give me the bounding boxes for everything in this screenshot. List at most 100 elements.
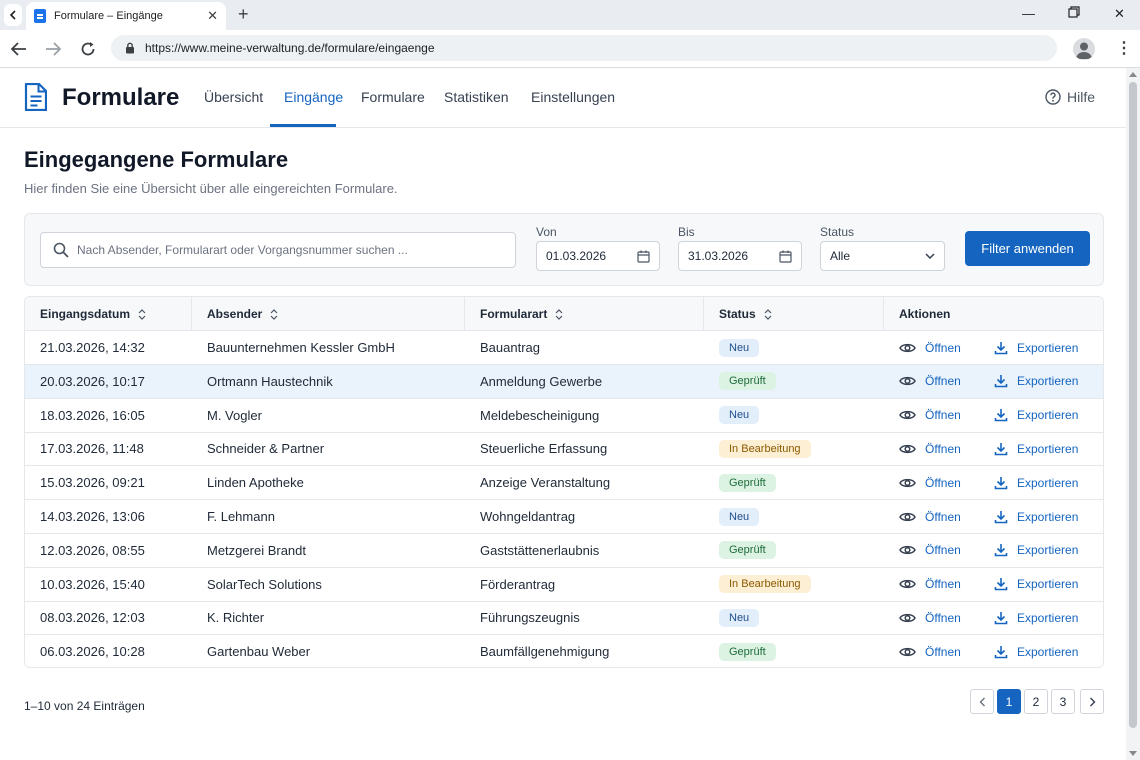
from-date-value: 01.03.2026	[546, 249, 607, 263]
export-button[interactable]: Exportieren	[994, 543, 1078, 557]
page-button-1[interactable]: 1	[997, 689, 1021, 714]
export-button[interactable]: Exportieren	[994, 577, 1078, 591]
calendar-icon[interactable]	[779, 250, 792, 263]
cell-export-action: Exportieren	[994, 432, 1078, 465]
column-header-status-label: Status	[719, 307, 756, 321]
scrollbar-thumb[interactable]	[1129, 82, 1137, 728]
open-button[interactable]: Öffnen	[899, 510, 961, 524]
tab-search-button[interactable]	[4, 4, 22, 26]
column-header-date[interactable]: Eingangsdatum	[40, 297, 146, 331]
export-label: Exportieren	[1017, 374, 1079, 389]
export-button[interactable]: Exportieren	[994, 442, 1078, 456]
sort-icon[interactable]	[555, 308, 563, 320]
column-header-status[interactable]: Status	[719, 297, 772, 331]
export-label: Exportieren	[1017, 475, 1079, 490]
status-badge: Geprüft	[719, 372, 776, 391]
export-button[interactable]: Exportieren	[994, 408, 1078, 422]
open-button[interactable]: Öffnen	[899, 341, 961, 355]
export-button[interactable]: Exportieren	[994, 510, 1078, 524]
cell-formtype: Meldebescheinigung	[480, 407, 600, 423]
status-select[interactable]: Alle	[820, 241, 945, 271]
prev-page-button[interactable]	[970, 689, 994, 714]
export-button[interactable]: Exportieren	[994, 374, 1078, 388]
cell-status: Geprüft	[719, 534, 776, 567]
cell-export-action: Exportieren	[994, 635, 1078, 667]
minimize-icon[interactable]: —	[1022, 6, 1035, 21]
sort-icon[interactable]	[138, 308, 146, 320]
open-button[interactable]: Öffnen	[899, 476, 961, 490]
eye-icon	[899, 613, 916, 623]
new-tab-icon[interactable]: +	[238, 4, 249, 24]
open-button[interactable]: Öffnen	[899, 543, 961, 557]
scroll-up-icon[interactable]	[1129, 72, 1137, 77]
search-field[interactable]	[40, 232, 516, 268]
table-row[interactable]: 10.03.2026, 15:40 SolarTech Solutions Förd…	[25, 568, 1103, 602]
cell-date: 12.03.2026, 08:55	[40, 542, 145, 558]
profile-icon[interactable]	[1073, 38, 1095, 60]
export-label: Exportieren	[1017, 577, 1079, 592]
table-row[interactable]: 15.03.2026, 09:21 Linden Apotheke Anzeige …	[25, 466, 1103, 501]
page-button-2[interactable]: 2	[1024, 689, 1048, 714]
to-date-field[interactable]: 31.03.2026	[678, 241, 802, 271]
nav-einstellungen[interactable]: Einstellungen	[531, 89, 615, 105]
download-icon	[994, 645, 1008, 658]
restore-icon[interactable]	[1068, 6, 1080, 21]
search-input[interactable]	[77, 243, 497, 257]
status-badge: In Bearbeitung	[719, 575, 811, 594]
back-icon[interactable]	[9, 39, 29, 59]
cell-status: Geprüft	[719, 365, 776, 398]
open-button[interactable]: Öffnen	[899, 374, 961, 388]
nav-formulare[interactable]: Formulare	[361, 89, 425, 105]
scroll-down-icon[interactable]	[1129, 751, 1137, 756]
column-header-formtype[interactable]: Formularart	[480, 297, 563, 331]
table-row[interactable]: 17.03.2026, 11:48 Schneider & Partner Steu…	[25, 432, 1103, 467]
status-filter-label: Status	[820, 225, 855, 239]
status-badge: Neu	[719, 608, 760, 627]
export-label: Exportieren	[1017, 644, 1079, 659]
table-row[interactable]: 06.03.2026, 10:28 Gartenbau Weber Baumfäll…	[25, 635, 1103, 667]
open-button[interactable]: Öffnen	[899, 408, 961, 422]
cell-formtype: Anmeldung Gewerbe	[480, 373, 603, 389]
export-button[interactable]: Exportieren	[994, 611, 1078, 625]
close-tab-icon[interactable]: ✕	[207, 8, 218, 24]
table-row[interactable]: 21.03.2026, 14:32 Bauunternehmen Kessler …	[25, 331, 1103, 365]
table-row[interactable]: 12.03.2026, 08:55 Metzgerei Brandt Gaststä…	[25, 534, 1103, 568]
help-label: Hilfe	[1067, 89, 1096, 105]
cell-export-action: Exportieren	[994, 601, 1078, 634]
table-row[interactable]: 20.03.2026, 10:17 Ortmann Haustechnik Anme…	[25, 364, 1103, 399]
open-button[interactable]: Öffnen	[899, 577, 961, 591]
browser-tabbar: Formulare – Eingänge ✕ + — ✕	[0, 0, 1140, 30]
close-window-icon[interactable]: ✕	[1114, 6, 1125, 22]
column-header-date-label: Eingangsdatum	[40, 307, 131, 321]
column-header-formtype-label: Formularart	[480, 307, 548, 321]
next-page-button[interactable]	[1080, 689, 1104, 714]
column-header-sender[interactable]: Absender	[207, 297, 278, 331]
table-row[interactable]: 14.03.2026, 13:06 F. Lehmann Wohngeldantra…	[25, 500, 1103, 534]
export-button[interactable]: Exportieren	[994, 341, 1078, 355]
nav-eingaenge[interactable]: Eingänge	[284, 89, 343, 105]
app-brand[interactable]: Formulare	[62, 84, 179, 112]
status-badge: Neu	[719, 406, 760, 425]
browser-menu-icon[interactable]: ⋮	[1116, 39, 1132, 59]
calendar-icon[interactable]	[637, 250, 650, 263]
from-date-field[interactable]: 01.03.2026	[536, 241, 660, 271]
forward-icon[interactable]	[43, 39, 63, 59]
sort-icon[interactable]	[764, 308, 772, 320]
help-link[interactable]: Hilfe	[1045, 89, 1095, 105]
open-button[interactable]: Öffnen	[899, 645, 961, 659]
sort-icon[interactable]	[270, 308, 278, 320]
open-button[interactable]: Öffnen	[899, 611, 961, 625]
apply-filter-button[interactable]: Filter anwenden	[965, 231, 1090, 266]
nav-statistiken[interactable]: Statistiken	[444, 89, 509, 105]
page-button-3[interactable]: 3	[1051, 689, 1075, 714]
browser-tab[interactable]: Formulare – Eingänge ✕	[26, 2, 226, 30]
open-button[interactable]: Öffnen	[899, 442, 961, 456]
address-bar[interactable]: https://www.meine-verwaltung.de/formular…	[111, 35, 1057, 61]
export-button[interactable]: Exportieren	[994, 645, 1078, 659]
table-row[interactable]: 08.03.2026, 12:03 K. Richter Führungszeugn…	[25, 601, 1103, 636]
reload-icon[interactable]	[78, 39, 98, 59]
table-row[interactable]: 18.03.2026, 16:05 M. Vogler Meldebescheini…	[25, 399, 1103, 433]
export-button[interactable]: Exportieren	[994, 476, 1078, 490]
page-scrollbar[interactable]	[1126, 68, 1140, 760]
nav-uebersicht[interactable]: Übersicht	[204, 89, 263, 105]
